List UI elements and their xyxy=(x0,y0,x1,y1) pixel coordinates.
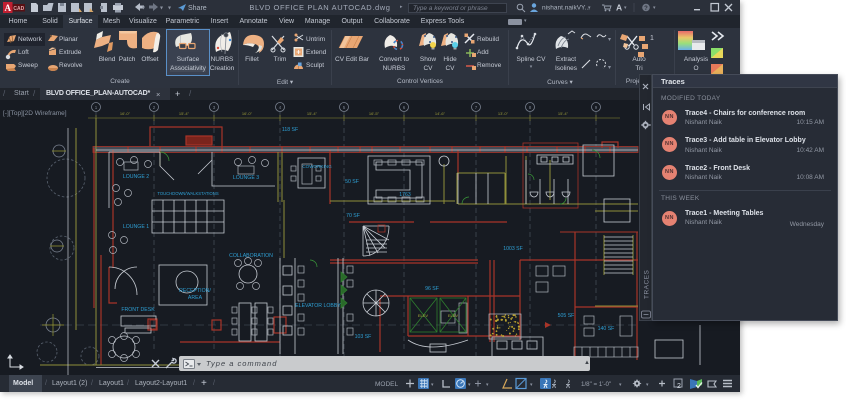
svg-text:4: 4 xyxy=(279,105,282,110)
svg-text:1: 1 xyxy=(95,105,98,110)
svg-text:8: 8 xyxy=(529,105,532,110)
svg-text:505 SF: 505 SF xyxy=(558,313,575,319)
svg-text:15'-4": 15'-4" xyxy=(179,111,190,116)
svg-text:1: 1 xyxy=(650,35,654,42)
svg-text:9: 9 xyxy=(595,105,598,110)
svg-text:AREA: AREA xyxy=(188,295,203,301)
svg-text:FRONT DESK: FRONT DESK xyxy=(121,307,155,313)
svg-text:▾: ▾ xyxy=(431,382,434,388)
svg-text:13'-0": 13'-0" xyxy=(498,111,509,116)
svg-text:7: 7 xyxy=(475,105,478,110)
svg-text:15'-4": 15'-4" xyxy=(558,111,569,116)
svg-text:▾: ▾ xyxy=(142,6,145,12)
svg-text:▾: ▾ xyxy=(608,65,611,71)
svg-text:TRACES: TRACES xyxy=(644,269,651,299)
svg-text:LOUNGE 1: LOUNGE 1 xyxy=(123,224,149,230)
svg-text:LOUNGE 3: LOUNGE 3 xyxy=(233,175,259,181)
svg-text:ELEV: ELEV xyxy=(448,313,459,318)
svg-text:[-][Top][2D Wireframe]: [-][Top][2D Wireframe] xyxy=(3,110,67,117)
svg-text:LOUNGE 2: LOUNGE 2 xyxy=(123,174,149,180)
svg-text:50 SF: 50 SF xyxy=(345,179,359,185)
svg-text:1/8" = 1'-0": 1/8" = 1'-0" xyxy=(581,381,611,388)
svg-text:COWORKING: COWORKING xyxy=(302,164,332,169)
svg-text:Share: Share xyxy=(188,5,207,12)
svg-text:14'-6": 14'-6" xyxy=(435,111,446,116)
svg-text:nishant.naikVY...: nishant.naikVY... xyxy=(542,5,590,12)
svg-text:▾: ▾ xyxy=(653,5,656,11)
svg-text:▾: ▾ xyxy=(486,382,489,388)
svg-text:16'-0": 16'-0" xyxy=(120,111,131,116)
svg-text:▾: ▾ xyxy=(608,37,611,43)
svg-text:2: 2 xyxy=(677,383,681,390)
svg-text:RECEPTION/: RECEPTION/ xyxy=(179,288,211,294)
svg-text:▾: ▾ xyxy=(624,5,627,11)
svg-text:103 SF: 103 SF xyxy=(355,334,372,340)
svg-text:3: 3 xyxy=(213,105,216,110)
svg-text:6: 6 xyxy=(403,105,406,110)
svg-text:ELEVATOR LOBBY: ELEVATOR LOBBY xyxy=(295,303,341,309)
svg-text:TOUCHDOWN/WALKSTATIONS: TOUCHDOWN/WALKSTATIONS xyxy=(157,191,218,196)
svg-text:▾: ▾ xyxy=(160,6,163,12)
svg-text:▾: ▾ xyxy=(619,382,622,388)
svg-text:▾: ▾ xyxy=(530,382,533,388)
svg-text:COLLABORATION: COLLABORATION xyxy=(229,253,273,259)
svg-text:5: 5 xyxy=(343,105,346,110)
svg-text:▾: ▾ xyxy=(168,6,171,12)
svg-text:1003 SF: 1003 SF xyxy=(503,246,523,252)
svg-text:16'-5": 16'-5" xyxy=(369,111,380,116)
svg-text:A: A xyxy=(5,3,12,13)
svg-text:?: ? xyxy=(644,6,648,12)
svg-text:ELEV: ELEV xyxy=(418,313,429,318)
svg-text:MODEL: MODEL xyxy=(375,381,399,388)
svg-text:▾: ▾ xyxy=(646,382,649,388)
svg-text:A: A xyxy=(616,3,622,13)
svg-text:CAD: CAD xyxy=(13,6,24,12)
svg-text:▾: ▾ xyxy=(468,382,471,388)
svg-text:15'-4": 15'-4" xyxy=(307,111,318,116)
svg-text:140 SF: 140 SF xyxy=(598,326,615,332)
svg-text:16'-0": 16'-0" xyxy=(242,111,253,116)
svg-text:118 SF: 118 SF xyxy=(282,127,298,133)
svg-text:2: 2 xyxy=(153,105,156,110)
svg-text:70 SF: 70 SF xyxy=(346,213,360,219)
svg-text:▾: ▾ xyxy=(588,5,591,11)
svg-text:96 SF: 96 SF xyxy=(425,286,439,292)
svg-text:1763: 1763 xyxy=(399,192,411,198)
